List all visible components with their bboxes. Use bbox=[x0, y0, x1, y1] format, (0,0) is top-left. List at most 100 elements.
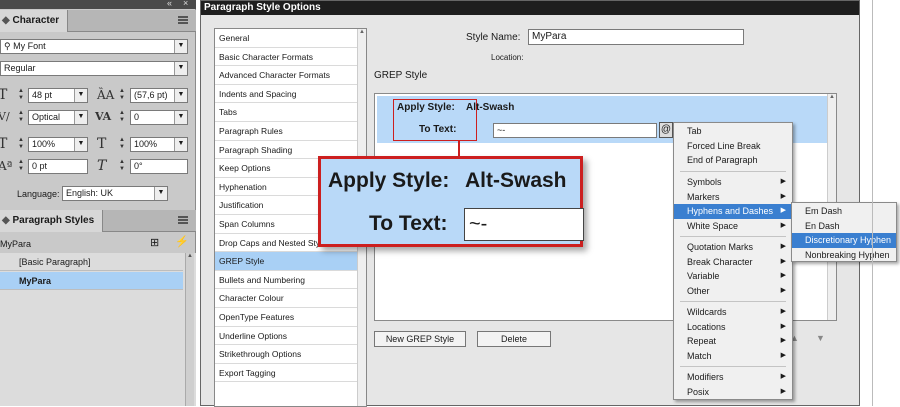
chevron-down-icon[interactable]: ▼ bbox=[174, 111, 187, 124]
scrollbar[interactable]: ▲ bbox=[185, 253, 194, 406]
chevron-down-icon[interactable]: ▼ bbox=[74, 138, 87, 151]
menu-item-break-character[interactable]: Break Character ▶ bbox=[674, 255, 792, 270]
menu-item-discretionary-hyphen[interactable]: Discretionary Hyphen bbox=[792, 233, 896, 248]
character-panel-header: ◆ Character bbox=[0, 10, 196, 32]
chevron-down-icon[interactable]: ▼ bbox=[74, 111, 87, 124]
to-text-label: To Text: bbox=[419, 124, 457, 135]
submenu-arrow-icon: ▶ bbox=[780, 351, 786, 359]
menu-item-locations[interactable]: Locations ▶ bbox=[674, 320, 792, 335]
tab-paragraph-styles[interactable]: ◆ Paragraph Styles bbox=[0, 210, 104, 232]
menu-item-forced-line-break[interactable]: Forced Line Break bbox=[674, 139, 792, 154]
chevron-down-icon[interactable]: ▼ bbox=[174, 40, 187, 53]
leading-field[interactable]: (57,6 pt) ▼ bbox=[130, 88, 188, 103]
leading-stepper[interactable]: ▲ ▼ bbox=[118, 88, 126, 103]
to-text-field[interactable]: ~- bbox=[493, 123, 657, 138]
baseline-shift-stepper[interactable]: ▲ ▼ bbox=[17, 159, 25, 174]
horizontal-scale-stepper[interactable]: ▲ ▼ bbox=[118, 137, 126, 152]
font-family-select[interactable]: ⚲ My Font ▼ bbox=[0, 39, 188, 54]
callout-to-text-field: ~- bbox=[464, 208, 584, 241]
menu-item-quotation-marks[interactable]: Quotation Marks ▶ bbox=[674, 240, 792, 255]
vertical-scale-field[interactable]: 100% ▼ bbox=[28, 137, 88, 152]
menu-item-em-dash[interactable]: Em Dash bbox=[792, 204, 896, 219]
menu-item-match[interactable]: Match ▶ bbox=[674, 349, 792, 364]
new-grep-style-button[interactable]: New GREP Style bbox=[374, 331, 466, 347]
panel-menu-icon[interactable] bbox=[178, 216, 188, 224]
tracking-icon: VA bbox=[95, 110, 112, 123]
category-item[interactable]: Advanced Character Formats bbox=[215, 66, 366, 85]
lightning-icon[interactable]: ⚡ bbox=[175, 235, 189, 248]
submenu-arrow-icon: ▶ bbox=[780, 192, 786, 200]
submenu-arrow-icon: ▶ bbox=[780, 243, 786, 250]
special-characters-menu: Tab Forced Line Break End of Paragraph S… bbox=[673, 122, 793, 400]
category-item[interactable]: Strikethrough Options bbox=[215, 345, 366, 364]
vertical-scale-stepper[interactable]: ▲ ▼ bbox=[17, 137, 25, 152]
callout-to-text-label: To Text: bbox=[369, 212, 448, 235]
baseline-shift-field[interactable]: 0 pt bbox=[28, 159, 88, 174]
menu-item-modifiers[interactable]: Modifiers ▶ bbox=[674, 370, 792, 385]
chevron-down-icon[interactable]: ▼ bbox=[174, 89, 187, 102]
baseline-shift-icon: Aª bbox=[0, 159, 13, 173]
category-item-selected[interactable]: GREP Style bbox=[215, 252, 366, 271]
chevron-down-icon[interactable]: ▼ bbox=[174, 138, 187, 151]
menu-item-wildcards[interactable]: Wildcards ▶ bbox=[674, 305, 792, 320]
menu-item-other[interactable]: Other ▶ bbox=[674, 284, 792, 299]
category-item[interactable]: Character Colour bbox=[215, 289, 366, 308]
skew-field[interactable]: 0° bbox=[130, 159, 188, 174]
category-item[interactable]: Export Tagging bbox=[215, 364, 366, 383]
close-panel-icon[interactable]: × bbox=[183, 0, 188, 8]
category-item[interactable]: OpenType Features bbox=[215, 308, 366, 327]
category-item[interactable]: General bbox=[215, 29, 366, 48]
delete-button[interactable]: Delete bbox=[477, 331, 551, 347]
section-heading: GREP Style bbox=[374, 70, 428, 81]
menu-item-tab[interactable]: Tab bbox=[674, 124, 792, 139]
menu-item-white-space[interactable]: White Space ▶ bbox=[674, 219, 792, 234]
menu-item-nonbreaking-hyphen[interactable]: Nonbreaking Hyphen bbox=[792, 248, 896, 263]
menu-item-posix[interactable]: Posix ▶ bbox=[674, 385, 792, 400]
font-size-field[interactable]: 48 pt ▼ bbox=[28, 88, 88, 103]
category-item[interactable]: Bullets and Numbering bbox=[215, 271, 366, 290]
skew-icon: T bbox=[97, 158, 107, 174]
language-select[interactable]: English: UK ▼ bbox=[62, 186, 168, 201]
divider bbox=[872, 0, 873, 406]
skew-stepper[interactable]: ▲ ▼ bbox=[118, 159, 126, 174]
style-list: [Basic Paragraph] MyPara ▲ bbox=[0, 253, 196, 406]
category-item[interactable]: Indents and Spacing bbox=[215, 85, 366, 104]
font-size-stepper[interactable]: ▲ ▼ bbox=[17, 88, 25, 103]
scroll-up-icon[interactable]: ▲ bbox=[828, 94, 836, 100]
apply-style-value[interactable]: Alt-Swash bbox=[466, 102, 514, 113]
style-name-field[interactable]: MyPara bbox=[528, 29, 744, 45]
list-item[interactable]: [Basic Paragraph] bbox=[0, 253, 183, 271]
location-label: Location: bbox=[491, 53, 524, 62]
menu-item-end-of-paragraph[interactable]: End of Paragraph bbox=[674, 153, 792, 168]
new-style-group-icon[interactable]: ⊞ bbox=[150, 236, 159, 249]
collapse-icon[interactable]: « bbox=[167, 0, 172, 8]
category-item[interactable]: Basic Character Formats bbox=[215, 48, 366, 67]
kerning-field[interactable]: Optical ▼ bbox=[28, 110, 88, 125]
category-item[interactable]: Paragraph Rules bbox=[215, 122, 366, 141]
category-item[interactable]: Tabs bbox=[215, 103, 366, 122]
panel-menu-icon[interactable] bbox=[178, 16, 188, 24]
tracking-stepper[interactable]: ▲ ▼ bbox=[118, 110, 126, 125]
menu-item-variable[interactable]: Variable ▶ bbox=[674, 269, 792, 284]
menu-item-symbols[interactable]: Symbols ▶ bbox=[674, 175, 792, 190]
chevron-down-icon[interactable]: ▼ bbox=[174, 62, 187, 75]
chevron-down-icon[interactable]: ▼ bbox=[74, 89, 87, 102]
move-down-icon[interactable]: ▼ bbox=[816, 333, 825, 343]
category-item[interactable]: Underline Options bbox=[215, 327, 366, 346]
horizontal-scale-field[interactable]: 100% ▼ bbox=[130, 137, 188, 152]
menu-item-en-dash[interactable]: En Dash bbox=[792, 219, 896, 234]
tracking-field[interactable]: 0 ▼ bbox=[130, 110, 188, 125]
list-item[interactable]: MyPara bbox=[0, 272, 183, 290]
chevron-down-icon[interactable]: ▼ bbox=[154, 187, 167, 200]
menu-item-markers[interactable]: Markers ▶ bbox=[674, 190, 792, 205]
submenu-arrow-icon: ▶ bbox=[780, 178, 786, 185]
paragraph-styles-panel-header: ◆ Paragraph Styles bbox=[0, 210, 196, 232]
special-characters-icon[interactable]: @ bbox=[659, 122, 673, 138]
scroll-up-icon[interactable]: ▲ bbox=[358, 29, 366, 35]
font-style-select[interactable]: Regular ▼ bbox=[0, 61, 188, 76]
tab-character[interactable]: ◆ Character bbox=[0, 10, 69, 32]
menu-item-repeat[interactable]: Repeat ▶ bbox=[674, 334, 792, 349]
menu-item-hyphens-and-dashes[interactable]: Hyphens and Dashes ▶ bbox=[674, 204, 792, 219]
scroll-up-icon[interactable]: ▲ bbox=[186, 253, 194, 259]
kerning-stepper[interactable]: ▲ ▼ bbox=[17, 110, 25, 125]
